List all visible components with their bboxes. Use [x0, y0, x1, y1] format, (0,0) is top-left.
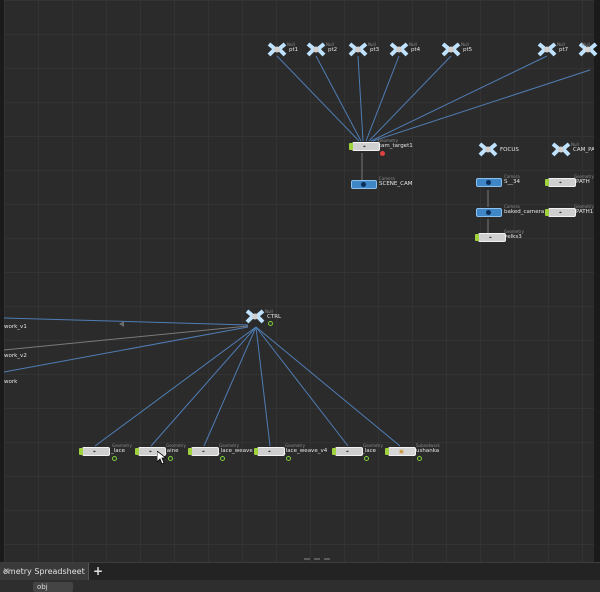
node-label: SCENE_CAM: [379, 181, 413, 187]
geometry-icon: ⌖: [202, 449, 205, 455]
geometry-icon: ⌖: [346, 449, 349, 455]
node-label: pt5: [463, 47, 473, 53]
node-label: cam_target1: [378, 143, 413, 149]
geometry-node-body: ⌖: [332, 447, 363, 456]
offscreen-node-label: work_v1: [4, 324, 27, 330]
camera-node-body: [476, 208, 502, 217]
node-label: pt1: [289, 47, 299, 53]
tab-geometry-spreadsheet[interactable]: ometry Spreadsheet ×: [0, 563, 89, 580]
node-label: yelks3: [504, 234, 522, 240]
null-icon: [348, 42, 368, 57]
node-label: FOCUS: [500, 147, 519, 153]
subnet-icon: ▣: [399, 449, 404, 455]
display-flag-icon: [168, 456, 173, 461]
breadcrumb-label: obj: [37, 583, 48, 591]
node-label: _lace: [111, 448, 126, 454]
node-label: pt3: [370, 47, 380, 53]
geometry-icon: ⌖: [268, 449, 271, 455]
display-flag-icon: [220, 456, 225, 461]
geometry-node-body: ⌖: [254, 447, 285, 456]
error-flag-icon: [380, 151, 385, 156]
null-icon: [478, 142, 498, 157]
camera-node-body: [476, 178, 502, 187]
geometry-icon: ⌖: [363, 144, 366, 150]
geometry-node-body: ⌖: [349, 142, 380, 151]
geometry-icon: ⌖: [559, 180, 562, 186]
null-icon: [551, 142, 571, 157]
offscreen-node-label: work: [4, 379, 18, 385]
geometry-icon: ⌖: [93, 449, 96, 455]
camera-node-body: [351, 180, 377, 189]
geometry-node-body: ⌖: [475, 233, 506, 242]
add-tab-button[interactable]: +: [93, 565, 103, 577]
geometry-node-body: ⌖: [188, 447, 219, 456]
close-tab-icon[interactable]: ×: [3, 566, 84, 575]
display-flag-icon: [112, 456, 117, 461]
right-pane-edge: [594, 0, 600, 562]
pane-tab-bar: ometry Spreadsheet × +: [0, 562, 600, 580]
null-icon: [389, 42, 409, 57]
network-editor-canvas[interactable]: [4, 0, 594, 562]
node-label: pt2: [328, 47, 338, 53]
geometry-icon: ⌖: [559, 210, 562, 216]
null-icon: [537, 42, 557, 57]
geometry-node-body: ⌖: [545, 178, 576, 187]
node-label: _lace_weave: [218, 448, 253, 454]
breadcrumb[interactable]: obj: [33, 582, 73, 592]
path-bar: obj: [0, 580, 600, 592]
node-label: PATH1: [576, 209, 594, 215]
null-icon: [267, 42, 287, 57]
pane-splitter-handle[interactable]: [300, 558, 340, 561]
null-icon: [245, 309, 265, 324]
node-label: _lace: [362, 448, 377, 454]
node-label: CAM_PATH: [573, 147, 594, 153]
node-label: _aine: [164, 448, 179, 454]
geometry-node-body: ⌖: [79, 447, 110, 456]
node-label: _lace_weave_v4: [283, 448, 328, 454]
subnet-node-body: ▣: [385, 447, 416, 456]
display-flag-icon: [268, 321, 273, 326]
display-flag-icon: [286, 456, 291, 461]
geometry-icon: ⌖: [489, 235, 492, 241]
node-label: CTRL: [267, 314, 282, 320]
null-icon: [441, 42, 461, 57]
node-label: PATH: [576, 179, 590, 185]
node-label: pt7: [559, 47, 569, 53]
mouse-cursor-icon: [157, 451, 166, 465]
display-flag-icon: [364, 456, 369, 461]
geometry-node-body: ⌖: [545, 208, 576, 217]
node-label: baked_camera: [504, 209, 545, 215]
geometry-icon: ⌖: [149, 449, 152, 455]
node-label: S__34: [504, 179, 520, 185]
display-flag-icon: [417, 456, 422, 461]
null-icon: [306, 42, 326, 57]
node-label: ushanka: [416, 448, 440, 454]
node-label: pt: [584, 47, 590, 53]
offscreen-node-label: work_v2: [4, 353, 27, 359]
node-label: pt4: [411, 47, 421, 53]
